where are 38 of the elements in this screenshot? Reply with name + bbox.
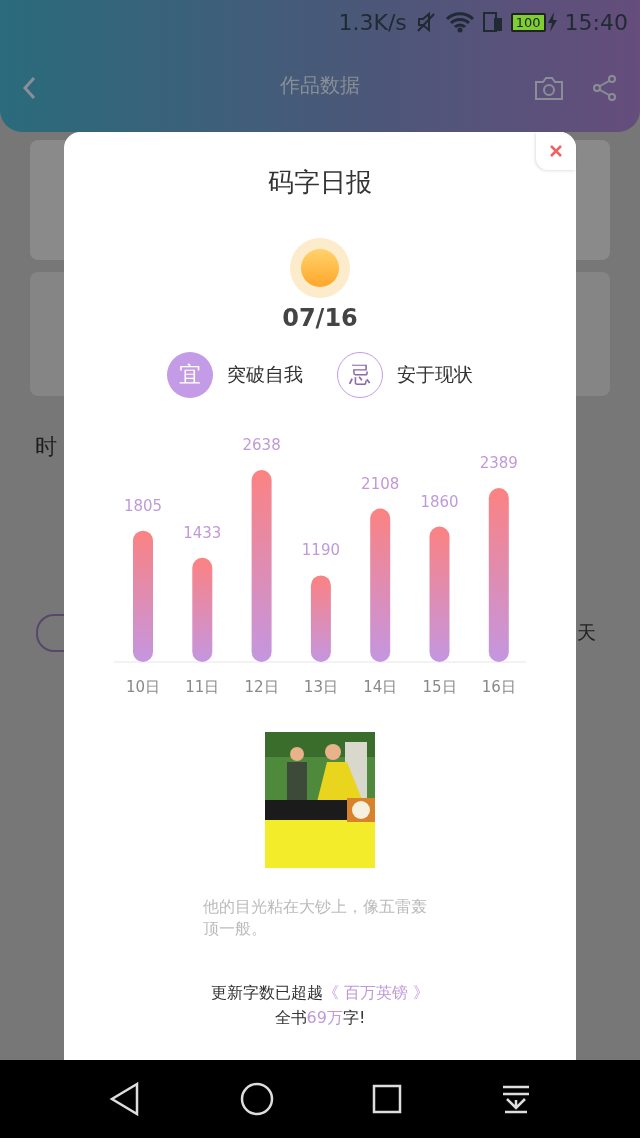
axis-label: 12日 [244,678,279,696]
section-label: 时 [35,433,57,461]
mute-icon [414,11,437,33]
home-icon[interactable] [239,1082,274,1116]
page-title: 作品数据 [280,72,360,99]
notification-pulldown-icon[interactable] [500,1084,531,1114]
advice-text: 突破自我 [227,362,303,387]
camera-icon[interactable] [534,75,564,101]
recents-icon[interactable] [372,1084,403,1114]
clock: 15:40 [564,9,628,35]
value-label: 2108 [361,474,400,493]
wifi-icon [444,11,475,33]
value-label: 2638 [242,436,281,454]
axis-label: 14日 [363,678,398,696]
axis-label: 15日 [422,678,457,696]
share-icon[interactable] [592,75,618,101]
advice-text: 安于现状 [397,362,473,387]
sun-icon [290,238,350,298]
axis-label: 16日 [481,678,516,696]
report-title: 码字日报 [268,166,372,198]
unit-label: 天 [577,620,596,645]
battery-icon: 100 [510,12,546,32]
do-badge: 宜 [167,352,213,398]
report-date: 07/16 [282,304,358,332]
close-icon [549,144,563,158]
value-label: 1860 [420,492,459,511]
value-label: 1190 [301,541,340,560]
network-speed: 1.3K/s [338,9,407,35]
value-label: 2389 [479,454,518,473]
summary-line: 全书69万字! [273,1007,367,1029]
value-label: 1805 [123,496,163,515]
value-label: 1433 [183,523,222,542]
sim-icon [482,11,503,33]
close-button[interactable] [536,132,576,170]
axis-label: 13日 [303,678,338,696]
axis-label: 11日 [185,678,220,696]
summary-line: 更新字数已超越《 百万英镑 》 [210,982,430,1004]
axis-label: 10日 [125,678,161,696]
